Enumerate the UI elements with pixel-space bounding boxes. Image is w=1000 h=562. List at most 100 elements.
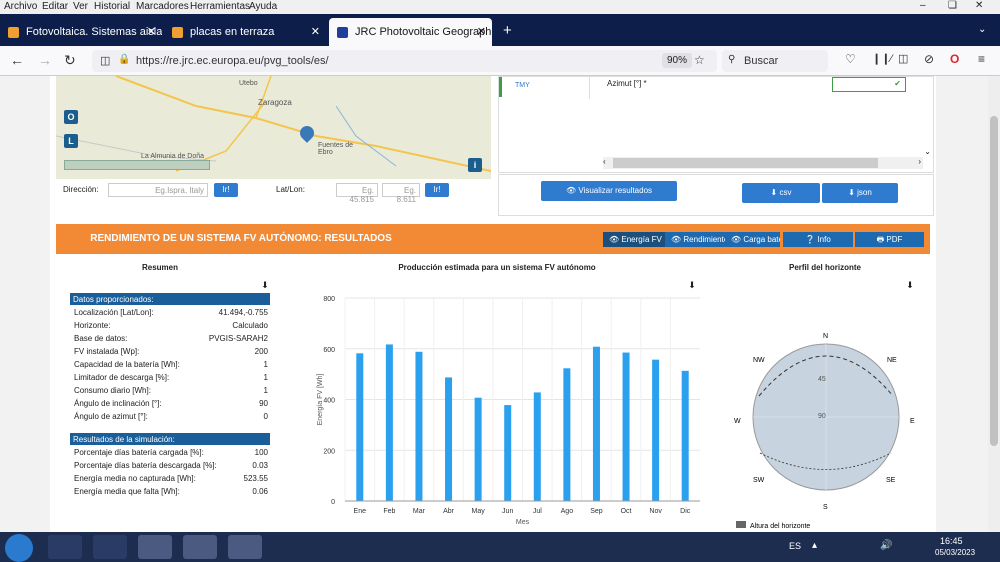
tab-rendimiento[interactable]: 👁 Rendimiento <box>665 232 725 247</box>
address-input[interactable]: Eg.Ispra, Italy <box>108 183 208 197</box>
calculator-icon[interactable] <box>228 535 262 559</box>
summary-key: Ángulo de azimut [°]: <box>74 412 148 421</box>
minimize-icon[interactable]: – <box>920 0 926 11</box>
scrollbar-thumb[interactable] <box>990 116 998 446</box>
tab-fotovoltaica[interactable]: Fotovoltaica. Sistemas aislado ✕ <box>0 18 162 46</box>
reload-icon[interactable]: ↻ <box>64 52 76 69</box>
explorer-icon[interactable] <box>183 535 217 559</box>
menu-editar[interactable]: Editar <box>42 1 68 12</box>
menu-archivo[interactable]: Archivo <box>4 1 37 12</box>
x-tick-label: Mar <box>413 508 426 515</box>
volume-icon[interactable]: 🔊 <box>880 540 892 551</box>
menu-ver[interactable]: Ver <box>73 1 88 12</box>
csv-button[interactable]: ⬇ csv <box>742 183 820 203</box>
json-button[interactable]: ⬇ json <box>822 183 898 203</box>
legend-label[interactable]: Altura del horizonte <box>750 523 810 530</box>
favicon-icon <box>8 27 19 38</box>
firefox-icon[interactable] <box>138 535 172 559</box>
page-scrollbar[interactable] <box>988 76 1000 532</box>
x-tick-label: Jul <box>533 508 542 515</box>
result-rows: Porcentaje días batería cargada [%]: 100 P… <box>70 447 270 499</box>
summary-key: Horizonte: <box>74 321 111 330</box>
opera-icon[interactable]: O <box>950 52 959 66</box>
summary-row: Ángulo de inclinación [°]: 90 <box>70 398 270 411</box>
download-icon[interactable]: ⬇ <box>905 280 915 290</box>
sidebar-icon[interactable]: ◫ <box>898 52 908 65</box>
menu-herramientas[interactable]: Herramientas <box>190 1 250 12</box>
pocket-icon[interactable]: ♡ <box>845 52 856 66</box>
tray-arrow-icon[interactable]: ▴ <box>812 540 817 551</box>
x-tick-label: May <box>472 508 486 515</box>
page-info-icon[interactable]: ◫ <box>100 54 110 67</box>
summary-row: Ángulo de azimut [°]: 0 <box>70 411 270 424</box>
language-indicator[interactable]: ES <box>789 541 801 551</box>
library-icon[interactable]: ❙❙⁄ <box>872 52 892 65</box>
tab-carga-bateria[interactable]: 👁 Carga batería <box>725 232 780 247</box>
tab-placas[interactable]: placas en terraza ✕ <box>164 18 326 46</box>
lat-input[interactable]: Eg. 45.815 <box>336 183 378 204</box>
download-icon[interactable]: ⬇ <box>260 280 270 290</box>
map[interactable]: Utebo Zaragoza Fuentes de Ebro La Almuni… <box>56 76 491 179</box>
search-input[interactable]: ⚲ Buscar <box>722 50 828 72</box>
scroll-left-icon[interactable]: ‹ <box>603 157 606 166</box>
summary-value: 0.03 <box>252 461 268 470</box>
menu-historial[interactable]: Historial <box>94 1 130 12</box>
info-icon[interactable]: i <box>468 158 482 172</box>
menu-marcadores[interactable]: Marcadores <box>136 1 189 12</box>
ie-icon[interactable] <box>93 535 127 559</box>
scrollbar-thumb[interactable] <box>613 158 878 168</box>
latlon-go-button[interactable]: Ir! <box>425 183 449 197</box>
lock-icon[interactable]: 🔒 <box>118 54 130 65</box>
summary-row: Capacidad de la batería [Wh]: 1 <box>70 359 270 372</box>
horizontal-scrollbar[interactable]: ‹ › <box>603 157 923 169</box>
summary-key: Limitador de descarga [%]: <box>74 373 170 382</box>
scroll-right-icon[interactable]: › <box>918 157 921 166</box>
tab-jrc[interactable]: JRC Photovoltaic Geographical I ✕ <box>329 18 492 46</box>
visualize-results-button[interactable]: 👁 Visualizar resultados <box>541 181 677 201</box>
y-tick-label: 200 <box>323 448 335 455</box>
scroll-down-icon[interactable]: ⌄ <box>924 147 931 156</box>
close-window-icon[interactable]: ✕ <box>975 0 983 11</box>
close-tab-icon[interactable]: ✕ <box>477 25 486 38</box>
ring-label: 45 <box>818 376 826 383</box>
lon-input[interactable]: Eg. 8.611 <box>382 183 420 204</box>
tmy-tab[interactable]: TMY <box>515 82 530 89</box>
map-label: Fuentes de Ebro <box>318 142 354 156</box>
address-row: Dirección: Eg.Ispra, Italy Ir! Lat/Lon: … <box>56 180 491 204</box>
list-tabs-icon[interactable]: ⌄ <box>978 24 986 35</box>
map-button-o[interactable]: O <box>64 110 78 124</box>
new-tab-icon[interactable]: + <box>503 22 512 39</box>
bookmark-star-icon[interactable]: ☆ <box>694 53 705 67</box>
block-icon[interactable]: ⊘ <box>924 52 934 66</box>
restore-icon[interactable]: ❏ <box>948 0 957 11</box>
address-go-button[interactable]: Ir! <box>214 183 238 197</box>
bar <box>415 351 423 501</box>
summary-row: FV instalada [Wp]: 200 <box>70 346 270 359</box>
summary-row: Porcentaje días batería cargada [%]: 100 <box>70 447 270 460</box>
x-tick-label: Ene <box>354 508 367 515</box>
info-button[interactable]: ❔ Info <box>783 232 853 247</box>
menu-bar: Archivo Editar Ver Historial Marcadores … <box>0 0 1000 14</box>
zoom-level[interactable]: 90% <box>662 53 693 68</box>
map-button-l[interactable]: L <box>64 134 78 148</box>
azimuth-input[interactable]: ✔ <box>832 77 906 92</box>
start-button[interactable] <box>5 534 33 562</box>
clock-date[interactable]: 05/03/2023 <box>935 548 975 557</box>
menu-ayuda[interactable]: Ayuda <box>249 1 277 12</box>
question-icon: ❔ <box>805 235 818 244</box>
eu-flag-icon <box>337 27 348 38</box>
clock-time[interactable]: 16:45 <box>940 536 963 546</box>
forward-icon[interactable]: → <box>38 52 52 68</box>
media-player-icon[interactable] <box>48 535 82 559</box>
page-viewport: Utebo Zaragoza Fuentes de Ebro La Almuni… <box>0 76 1000 532</box>
menu-icon[interactable]: ≡ <box>978 52 985 66</box>
map-label: Utebo <box>239 80 258 87</box>
close-tab-icon[interactable]: ✕ <box>311 25 320 38</box>
chart-title: Producción estimada para un sistema FV a… <box>398 263 596 272</box>
pdf-button[interactable]: 🖶 PDF <box>855 232 924 247</box>
back-icon[interactable]: ← <box>10 52 24 68</box>
tab-energia-fv[interactable]: 👁 Energía FV <box>603 232 665 247</box>
tab-label: Fotovoltaica. Sistemas aislado <box>26 26 162 38</box>
close-tab-icon[interactable]: ✕ <box>147 25 156 38</box>
url-bar[interactable]: ◫ 🔒 https://re.jrc.ec.europa.eu/pvg_tool… <box>92 50 717 72</box>
